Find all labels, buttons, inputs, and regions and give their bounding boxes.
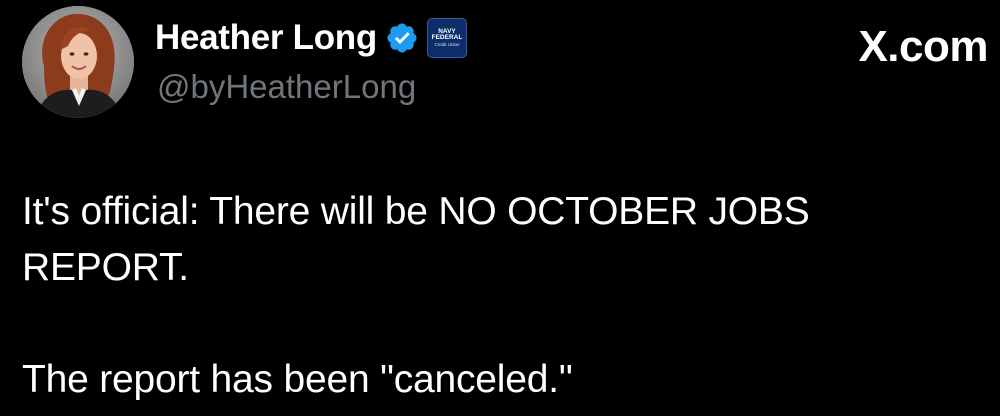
tweet-card: Heather Long NAVY FEDERAL Credit Union @… xyxy=(0,0,1000,416)
avatar-image xyxy=(22,6,134,118)
author-name-row: Heather Long NAVY FEDERAL Credit Union xyxy=(155,16,467,60)
site-logo: X.com xyxy=(858,22,988,71)
display-name[interactable]: Heather Long xyxy=(155,18,377,58)
user-handle[interactable]: @byHeatherLong xyxy=(157,68,416,106)
tweet-paragraph: The report has been "canceled." xyxy=(22,358,573,401)
affiliation-badge-line3: Credit Union xyxy=(434,41,460,47)
tweet-body: It's official: There will be NO OCTOBER … xyxy=(22,184,962,408)
verified-badge-icon[interactable] xyxy=(385,21,419,55)
tweet-paragraph: It's official: There will be NO OCTOBER … xyxy=(22,190,810,289)
affiliation-badge-icon[interactable]: NAVY FEDERAL Credit Union xyxy=(426,18,467,58)
affiliation-badge-line2: FEDERAL xyxy=(431,34,463,42)
avatar[interactable] xyxy=(22,6,134,118)
